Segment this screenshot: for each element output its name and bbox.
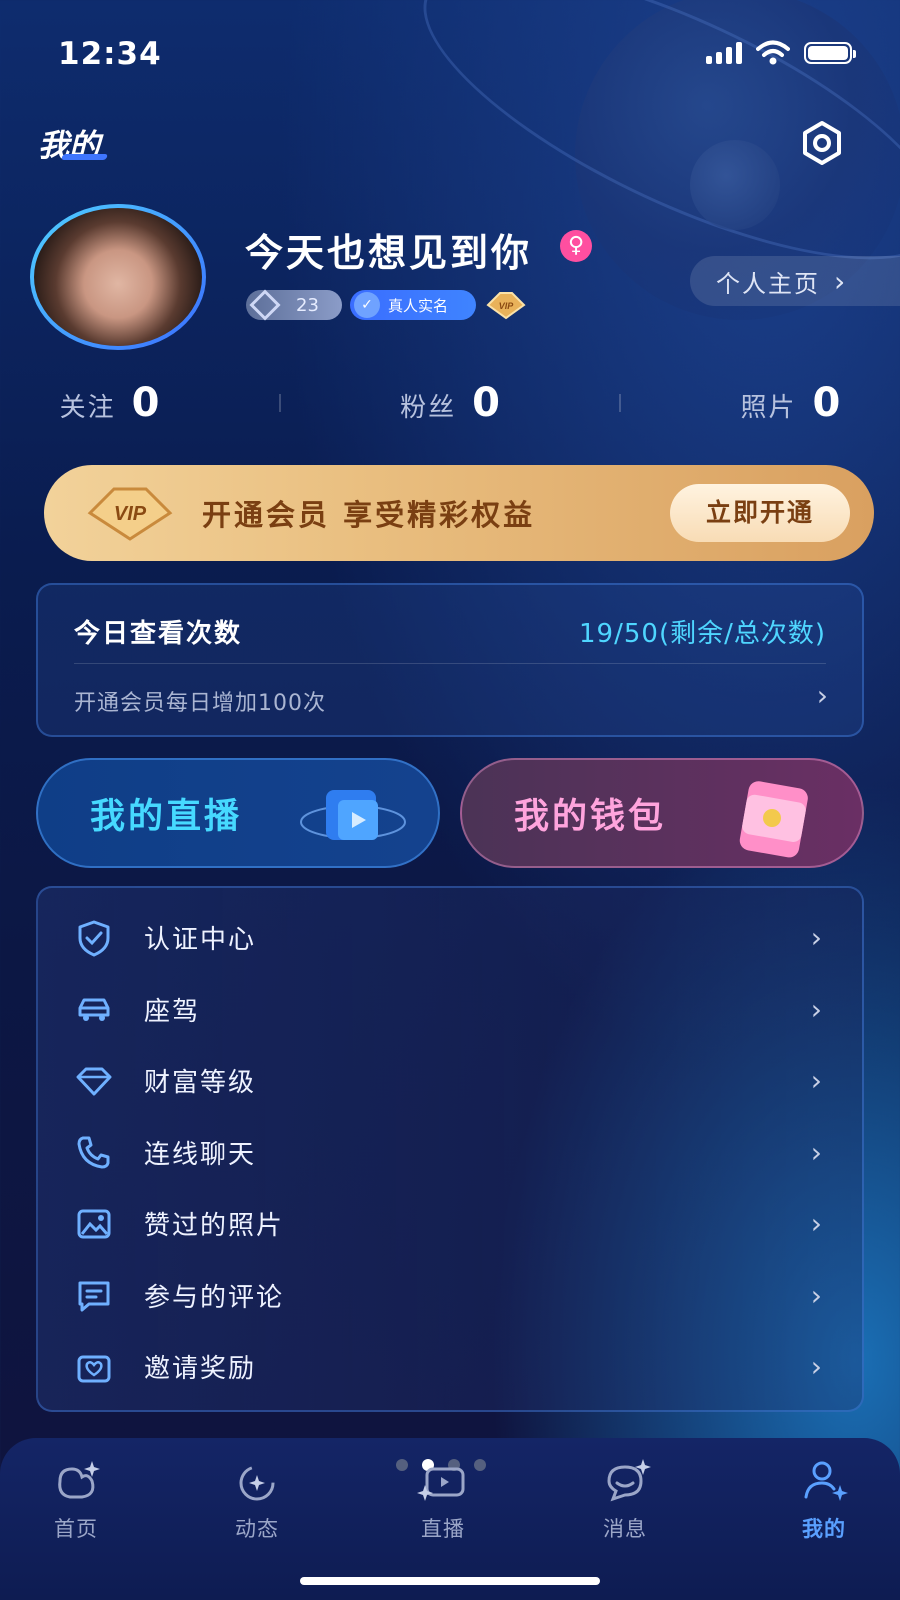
homepage-label: 个人主页 (716, 269, 820, 298)
settings-icon[interactable] (796, 117, 848, 169)
tab-label: 首页 (54, 1517, 98, 1541)
chevron-right-icon: › (810, 1135, 822, 1169)
tab-label: 消息 (603, 1517, 647, 1541)
phone-icon (77, 1136, 110, 1169)
view-quota-card[interactable]: 今日查看次数 19/50(剩余/总次数) 开通会员每日增加100次 › (36, 583, 864, 737)
quota-subtitle: 开通会员每日增加100次 (74, 691, 326, 716)
vip-banner-badge: VIP (114, 503, 147, 525)
chevron-right-icon: › (810, 1064, 822, 1098)
tab-label: 动态 (235, 1517, 279, 1541)
stat-label: 关注 (59, 393, 116, 423)
chevron-right-icon: › (816, 679, 828, 712)
vip-banner[interactable]: VIP 开通会员 享受精彩权益 立即开通 (44, 465, 874, 561)
chevron-right-icon: › (810, 992, 822, 1026)
verified-badge: ✓ 真人实名 (350, 290, 476, 320)
menu-label: 赞过的照片 (144, 1211, 285, 1242)
stats-row: 关注 0 粉丝 0 照片 0 (0, 380, 900, 426)
homepage-button[interactable]: 个人主页 › (690, 256, 900, 306)
stat-following[interactable]: 关注 0 (60, 380, 160, 426)
my-wallet-button[interactable]: 我的钱包 (460, 758, 864, 868)
vip-badge-icon: VIP (486, 292, 526, 320)
home-indicator (300, 1577, 600, 1585)
menu-label: 参与的评论 (144, 1282, 285, 1313)
menu-item-wealth-level[interactable]: 财富等级 › (38, 1045, 862, 1117)
live-tv-icon (300, 790, 406, 840)
tab-label: 我的 (802, 1517, 846, 1541)
battery-icon (804, 42, 856, 64)
menu-list: 认证中心 › 座驾 › 财富等级 › 连线聊天 › 赞过的照片 › 参与的评论 … (36, 886, 864, 1412)
diamond-icon (76, 1067, 112, 1096)
level-badge: 23 (246, 289, 342, 321)
quota-value: 19/50(剩余/总次数) (579, 619, 826, 649)
title-underline (60, 154, 109, 160)
moon-decoration (690, 140, 780, 230)
vip-banner-text: 开通会员 享受精彩权益 (202, 498, 536, 532)
gift-icon (77, 1355, 111, 1383)
tab-home[interactable]: 首页 (16, 1455, 136, 1543)
moments-icon (239, 1465, 275, 1501)
menu-item-liked-photos[interactable]: 赞过的照片 › (38, 1188, 862, 1260)
message-icon (607, 1459, 651, 1502)
home-icon (58, 1461, 100, 1499)
menu-item-invite-reward[interactable]: 邀请奖励 › (38, 1331, 862, 1403)
level-gem-icon (249, 289, 281, 321)
comment-icon (78, 1281, 110, 1312)
chevron-right-icon: › (810, 1350, 822, 1384)
live-icon (417, 1467, 465, 1501)
divider (619, 394, 622, 412)
nickname: 今天也想见到你 (245, 231, 533, 275)
wallet-icon (739, 781, 808, 858)
menu-item-call-chat[interactable]: 连线聊天 › (38, 1117, 862, 1189)
status-icons (706, 40, 856, 66)
image-icon (77, 1209, 111, 1239)
vip-open-button[interactable]: 立即开通 (670, 484, 850, 542)
chevron-right-icon: › (810, 921, 822, 955)
menu-item-car[interactable]: 座驾 › (38, 974, 862, 1046)
menu-label: 财富等级 (144, 1068, 257, 1099)
stat-label: 粉丝 (400, 393, 457, 423)
car-icon (78, 998, 110, 1022)
tab-messages[interactable]: 消息 (565, 1455, 685, 1543)
menu-label: 认证中心 (144, 925, 257, 956)
avatar[interactable] (30, 204, 206, 350)
tab-live[interactable]: 直播 (383, 1455, 503, 1543)
stat-value: 0 (472, 380, 500, 426)
divider (278, 394, 281, 412)
menu-label: 座驾 (144, 996, 201, 1027)
avatar-image (34, 208, 202, 346)
level-value: 23 (296, 294, 319, 316)
menu-label: 邀请奖励 (144, 1354, 257, 1385)
tab-moments[interactable]: 动态 (197, 1455, 317, 1543)
female-gender-icon: ♀ (560, 230, 592, 262)
menu-item-certification[interactable]: 认证中心 › (38, 902, 862, 974)
menu-label: 连线聊天 (144, 1139, 257, 1170)
vip-diamond-icon: VIP (87, 487, 173, 541)
my-wallet-label: 我的钱包 (514, 796, 667, 837)
verified-check-icon: ✓ (354, 292, 380, 318)
chevron-right-icon: › (834, 264, 848, 298)
shield-check-icon (78, 920, 110, 957)
stat-value: 0 (812, 380, 841, 426)
chevron-right-icon: › (810, 1207, 822, 1241)
badge-row: 23 ✓ 真人实名 VIP (246, 289, 528, 321)
signal-icon (706, 42, 742, 64)
tab-label: 直播 (421, 1517, 465, 1541)
chevron-right-icon: › (810, 1278, 822, 1312)
menu-item-comments[interactable]: 参与的评论 › (38, 1260, 862, 1332)
stat-photos[interactable]: 照片 0 (740, 380, 840, 426)
wifi-icon (756, 40, 790, 65)
tab-profile[interactable]: 我的 (764, 1455, 884, 1543)
quota-title: 今日查看次数 (74, 619, 243, 649)
my-live-button[interactable]: 我的直播 (36, 758, 440, 868)
profile-icon (804, 1461, 848, 1501)
verified-label: 真人实名 (388, 296, 449, 315)
divider (74, 663, 826, 664)
stat-value: 0 (131, 380, 160, 426)
stat-fans[interactable]: 粉丝 0 (400, 380, 500, 426)
status-time: 12:34 (58, 36, 162, 72)
stat-label: 照片 (740, 393, 797, 423)
vip-badge-text: VIP (499, 301, 515, 311)
my-live-label: 我的直播 (90, 796, 243, 837)
